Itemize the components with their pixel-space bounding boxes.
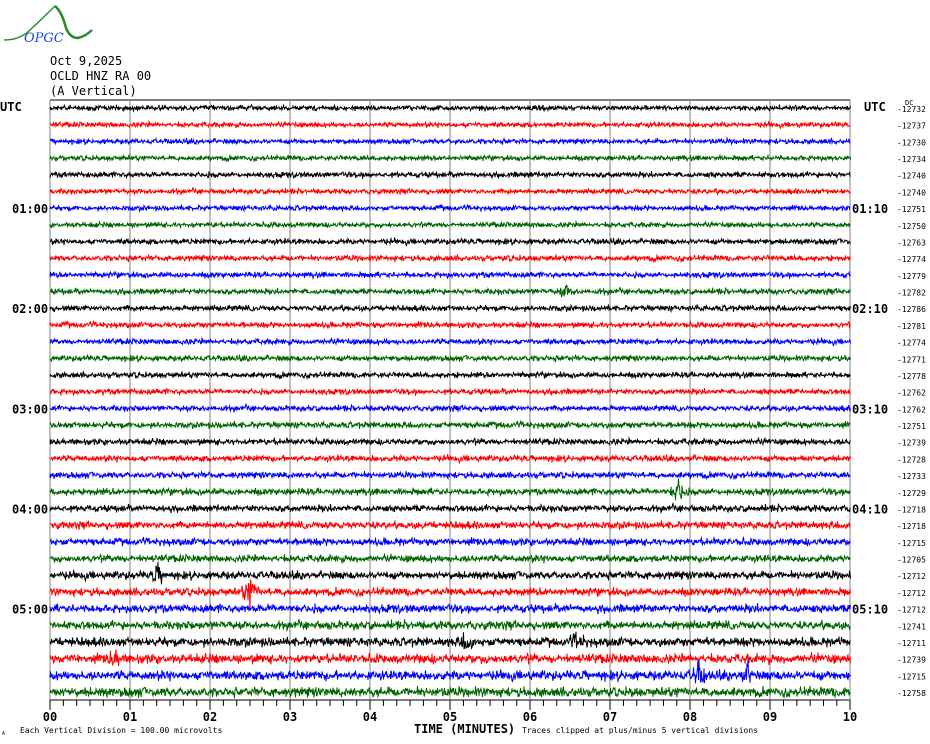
dc-offset-label: -12751 [897,205,926,214]
dc-offset-label: -12739 [897,656,926,665]
dc-offset-label: -12740 [897,172,926,181]
left-utc-label: UTC [0,100,22,114]
dc-offset-label: -12718 [897,522,926,531]
right-hour-label: 04:10 [852,502,888,516]
right-hour-label: 01:10 [852,202,888,216]
dc-offset-label: -12712 [897,572,926,581]
dc-offset-label: -12734 [897,155,926,164]
clip-note: Traces clipped at plus/minus 5 vertical … [522,726,758,735]
dc-offset-label: -12715 [897,539,926,548]
dc-offset-label: -12778 [897,372,926,381]
right-hour-label: 02:10 [852,302,888,316]
dc-offset-label: -12758 [897,689,926,698]
dc-offset-label: -12718 [897,505,926,514]
x-tick-label: 00 [43,710,57,724]
scale-note: Each Vertical Division = 100.00 microvol… [20,726,222,735]
right-utc-label: UTC [864,100,886,114]
dc-offset-label: -12781 [897,322,926,331]
dc-offset-label: -12729 [897,489,926,498]
left-hour-label: 02:00 [12,302,48,316]
dc-offset-label: -12774 [897,255,926,264]
dc-offset-label: -12728 [897,455,926,464]
dc-offset-label: -12740 [897,188,926,197]
x-tick-label: 01 [123,710,137,724]
dc-offset-label: -12774 [897,339,926,348]
x-tick-label: 07 [603,710,617,724]
x-tick-label: 03 [283,710,297,724]
x-tick-label: 04 [363,710,377,724]
left-hour-label: 04:00 [12,502,48,516]
dc-offset-label: -12737 [897,122,926,131]
dc-offset-label: -12730 [897,138,926,147]
dc-offset-label: -12762 [897,389,926,398]
dc-offset-label: -12733 [897,472,926,481]
dc-offset-label: -12741 [897,622,926,631]
dc-offset-label: -12751 [897,422,926,431]
x-tick-label: 10 [843,710,857,724]
right-hour-label: 05:10 [852,603,888,617]
dc-offset-label: -12715 [897,672,926,681]
x-axis-title: TIME (MINUTES) [414,722,515,736]
x-tick-label: 06 [523,710,537,724]
corner-mark: A [2,731,5,737]
x-tick-label: 09 [763,710,777,724]
dc-offset-label: -12712 [897,606,926,615]
left-hour-label: 03:00 [12,402,48,416]
dc-offset-label: -12762 [897,405,926,414]
dc-offset-label: -12782 [897,289,926,298]
dc-offset-label: -12739 [897,439,926,448]
x-tick-label: 02 [203,710,217,724]
dc-offset-label: -12786 [897,305,926,314]
dc-offset-label: -12705 [897,556,926,565]
dc-offset-label: -12771 [897,355,926,364]
helicorder-plot: 00 01 02 03 04 05 06 07 08 09 10-12732-12737-12730… [0,99,926,737]
right-hour-label: 03:10 [852,402,888,416]
left-hour-label: 01:00 [12,202,48,216]
dc-offset-label: -12712 [897,589,926,598]
dc-offset-label: -12750 [897,222,926,231]
left-hour-label: 05:00 [12,603,48,617]
dc-offset-label: -12763 [897,238,926,247]
x-tick-label: 08 [683,710,697,724]
dc-offset-label: -12711 [897,639,926,648]
dc-label: DC [905,99,913,107]
dc-offset-label: -12779 [897,272,926,281]
